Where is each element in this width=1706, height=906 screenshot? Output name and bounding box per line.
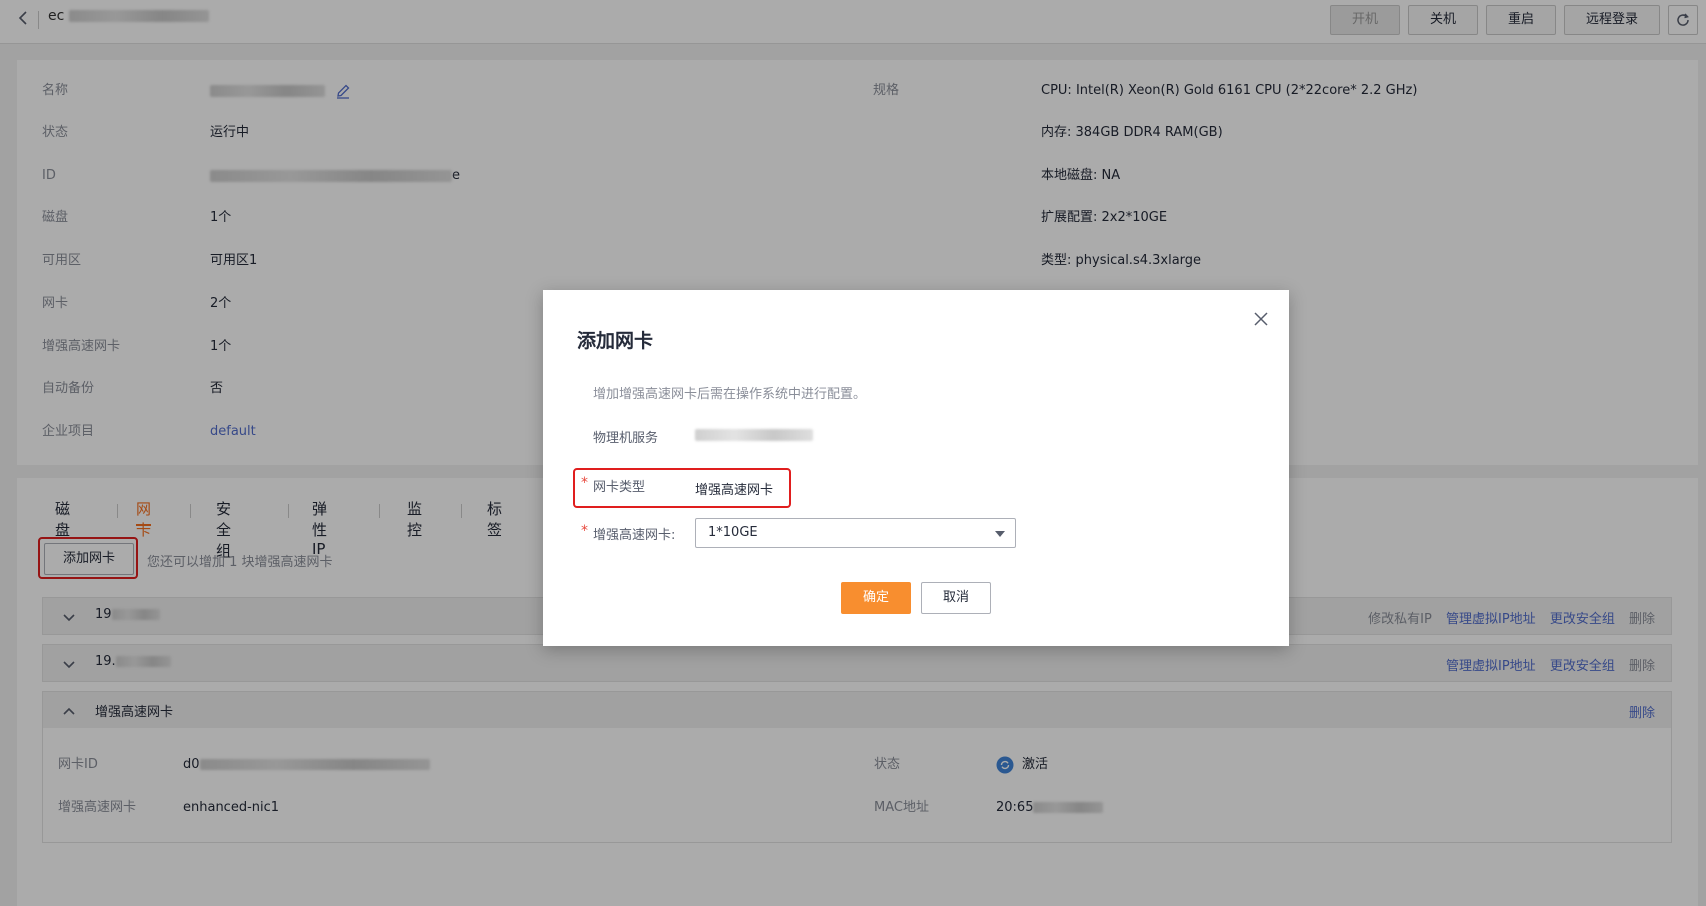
add-nic-dialog: 添加网卡 增加增强高速网卡后需在操作系统中进行配置。 物理机服务 * 网卡类型 … [543,290,1289,646]
dialog-title: 添加网卡 [577,330,654,352]
caret-down-icon [995,531,1005,537]
server-value [695,427,813,442]
dialog-description: 增加增强高速网卡后需在操作系统中进行配置。 [593,387,867,402]
confirm-button[interactable]: 确定 [841,582,911,614]
cancel-button[interactable]: 取消 [921,582,991,614]
enh-nic-select-value: 1*10GE [708,525,758,540]
server-label: 物理机服务 [593,431,659,446]
enh-nic-select-label: 增强高速网卡: [593,528,676,543]
close-icon[interactable] [1252,310,1270,328]
redacted-server [695,428,813,441]
enh-nic-select[interactable]: 1*10GE [695,518,1016,548]
required-mark: * [581,475,588,491]
required-mark: * [581,523,588,539]
nic-type-label: 网卡类型 [593,480,646,495]
nic-type-value: 增强高速网卡 [695,483,774,498]
